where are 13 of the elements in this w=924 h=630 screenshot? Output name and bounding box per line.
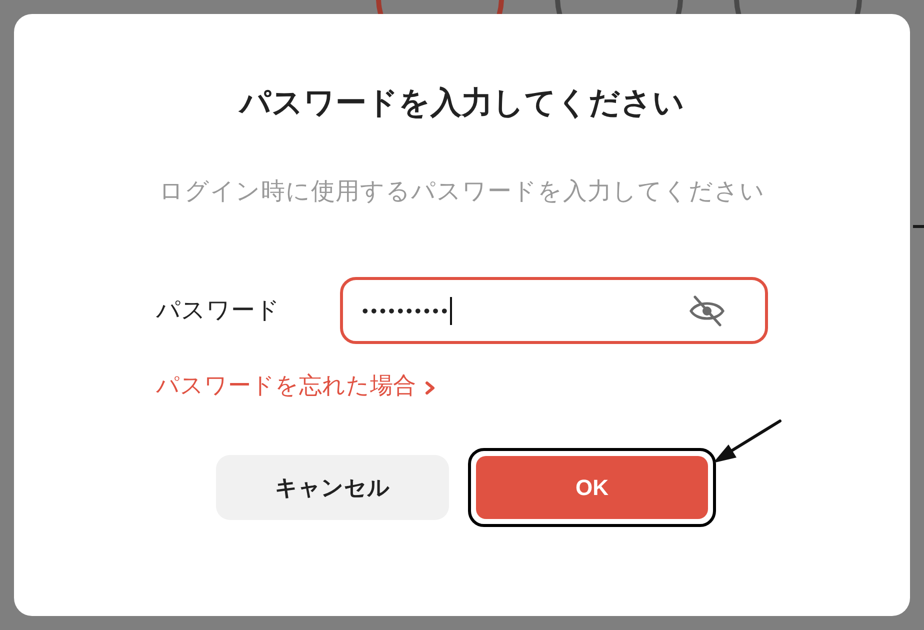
dialog-subtitle: ログイン時に使用するパスワードを入力してください (159, 177, 765, 207)
cancel-button[interactable]: キャンセル (216, 455, 449, 520)
circle-tab-edge[interactable] (376, 0, 504, 14)
dialog-title: パスワードを入力してください (240, 84, 684, 122)
ok-button[interactable]: OK (476, 456, 708, 519)
password-field[interactable]: •••••••••• (340, 277, 768, 344)
forgot-password-link[interactable]: パスワードを忘れた場合 (156, 369, 416, 401)
circle-tab-edge[interactable] (734, 0, 862, 14)
circle-tab-edge[interactable] (555, 0, 683, 14)
password-value: •••••••••• (362, 300, 450, 322)
eye-slash-icon[interactable] (689, 294, 725, 326)
chevron-right-icon[interactable] (425, 381, 435, 395)
password-label: パスワード (156, 296, 280, 324)
